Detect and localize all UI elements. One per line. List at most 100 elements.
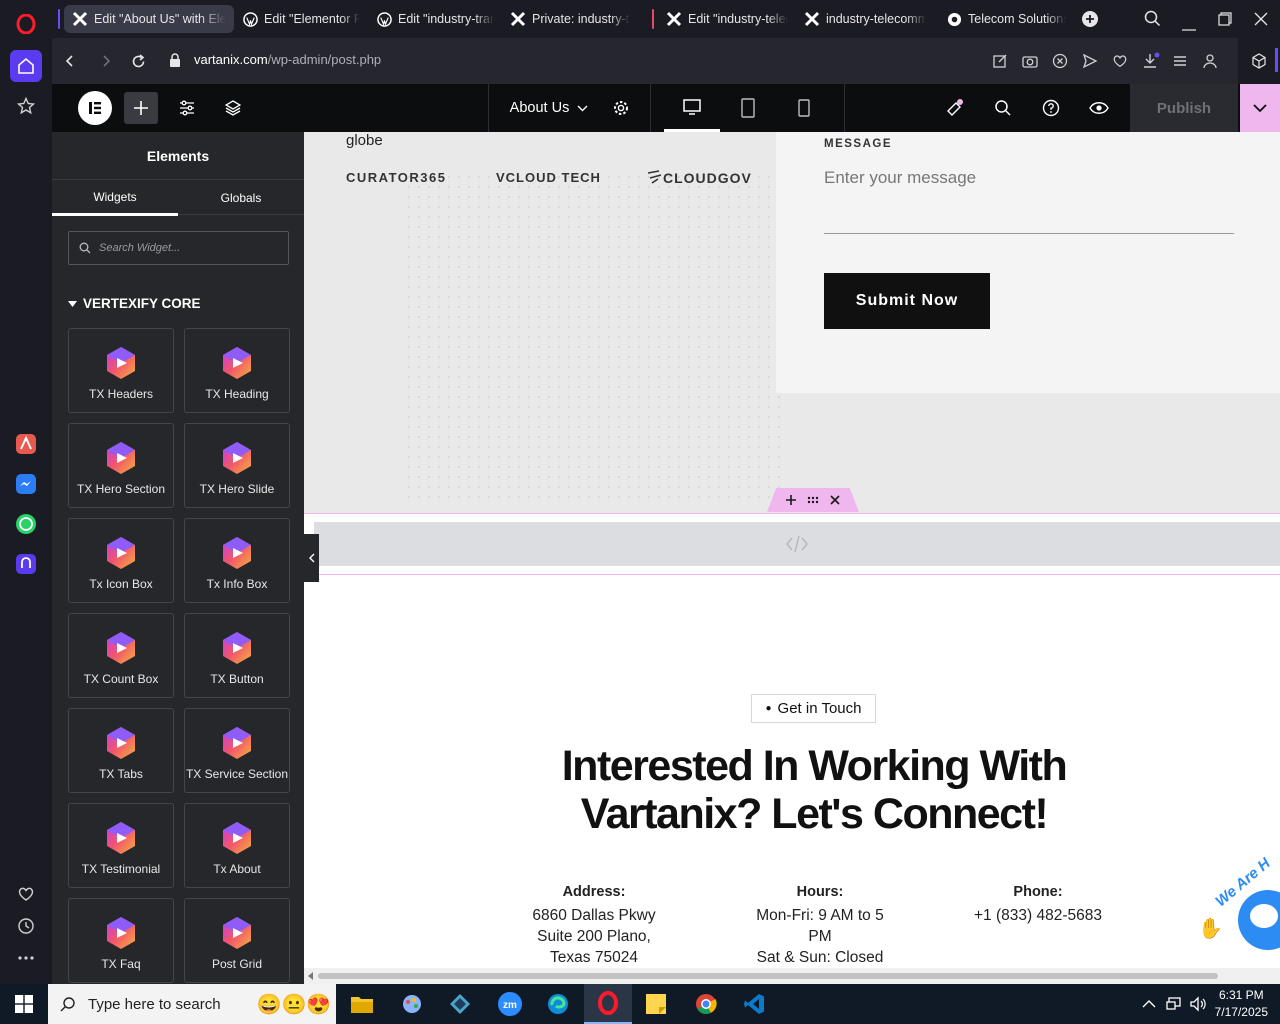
widget-tx-testimonial[interactable]: TX Testimonial xyxy=(68,803,174,888)
divider xyxy=(650,84,651,132)
publish-button[interactable]: Publish xyxy=(1130,84,1238,132)
hours-title: Hours: xyxy=(796,884,844,900)
tab-edit-industry-transport[interactable]: Edit "industry-transport" xyxy=(368,5,502,33)
volume-icon[interactable] xyxy=(1190,996,1206,1017)
preview-eye-icon[interactable] xyxy=(1082,92,1116,124)
heart-bookmark-icon[interactable] xyxy=(1112,53,1128,74)
paint-app-icon[interactable] xyxy=(388,984,436,1024)
tray-chevron-up-icon[interactable] xyxy=(1142,996,1156,1014)
widget-tx-heading[interactable]: TX Heading xyxy=(184,328,290,413)
tab-industry-telecommunications[interactable]: industry-telecommunications xyxy=(796,5,934,33)
submit-button[interactable]: Submit Now xyxy=(824,273,990,329)
easy-setup-icon[interactable] xyxy=(1172,53,1188,74)
more-dots-icon[interactable] xyxy=(10,942,42,974)
system-clock[interactable]: 6:31 PM 7/17/2025 xyxy=(1215,987,1268,1021)
widget-tx-about[interactable]: Tx About xyxy=(184,803,290,888)
site-settings-sliders-icon[interactable] xyxy=(170,92,204,124)
navigator-layers-icon[interactable] xyxy=(216,92,250,124)
scroll-left-arrow-icon[interactable] xyxy=(308,972,314,980)
widget-tx-icon-box[interactable]: Tx Icon Box xyxy=(68,518,174,603)
tab-telecom-solutions[interactable]: Telecom Solutions - xyxy=(938,5,1074,33)
whatsapp-icon[interactable] xyxy=(10,508,42,540)
collapse-panel-chevron-icon[interactable] xyxy=(304,534,319,582)
chat-bubble-icon[interactable] xyxy=(1238,890,1280,950)
horizontal-scrollbar[interactable] xyxy=(304,968,1280,984)
widget-search-input[interactable] xyxy=(99,242,279,254)
edge-browser-icon[interactable] xyxy=(534,984,582,1024)
minimize-icon[interactable] xyxy=(1182,18,1196,36)
music-player-icon[interactable] xyxy=(10,548,42,580)
aria-ai-icon[interactable] xyxy=(10,428,42,460)
widget-tx-info-box[interactable]: Tx Info Box xyxy=(184,518,290,603)
widget-tx-tabs[interactable]: TX Tabs xyxy=(68,708,174,793)
adblock-icon[interactable] xyxy=(1052,53,1068,74)
messenger-icon[interactable] xyxy=(10,468,42,500)
desktop-view-icon[interactable] xyxy=(664,84,720,132)
add-element-plus-icon[interactable] xyxy=(124,92,158,124)
restore-icon[interactable] xyxy=(1218,12,1232,31)
widget-tx-headers[interactable]: TX Headers xyxy=(68,328,174,413)
app-diamond-icon[interactable] xyxy=(436,984,484,1024)
tab-widgets[interactable]: Widgets xyxy=(52,180,178,216)
widget-tx-hero-slide[interactable]: TX Hero Slide xyxy=(184,423,290,508)
new-tab-plus-icon[interactable] xyxy=(1082,11,1098,27)
url-field[interactable]: vartanix.com/wp-admin/post.php xyxy=(194,52,381,67)
scrollbar-thumb[interactable] xyxy=(318,973,1218,979)
opera-logo-icon[interactable] xyxy=(10,8,42,40)
forward-icon[interactable] xyxy=(94,49,118,73)
category-header[interactable]: VERTEXIFY CORE xyxy=(68,296,201,311)
html-code-widget[interactable] xyxy=(314,522,1280,566)
zoom-icon[interactable]: zm xyxy=(486,984,534,1024)
sticky-notes-icon[interactable] xyxy=(632,984,680,1024)
wordpress-icon xyxy=(376,11,392,27)
widget-search-box[interactable] xyxy=(68,231,289,265)
camera-icon[interactable] xyxy=(1022,53,1038,74)
tab-edit-industry-telecom[interactable]: Edit "industry-telecom" xyxy=(658,5,796,33)
close-window-icon[interactable] xyxy=(1254,12,1268,31)
windows-start-icon[interactable] xyxy=(0,984,48,1024)
widget-tx-count-box[interactable]: TX Count Box xyxy=(68,613,174,698)
chat-widget[interactable]: We Are H ✋ xyxy=(1196,855,1280,960)
widget-post-grid[interactable]: Post Grid xyxy=(184,898,290,983)
tab-private-industry-transport[interactable]: Private: industry-transport xyxy=(502,5,638,33)
widget-tx-hero-section[interactable]: TX Hero Section xyxy=(68,423,174,508)
tablet-view-icon[interactable] xyxy=(720,92,776,124)
widget-tx-faq[interactable]: TX Faq xyxy=(68,898,174,983)
tab-globals[interactable]: Globals xyxy=(178,180,304,216)
heart-icon[interactable] xyxy=(10,878,42,910)
tab-edit-about-us[interactable]: Edit "About Us" with Elementor xyxy=(64,5,234,33)
message-textarea[interactable] xyxy=(824,168,1234,234)
delete-section-close-icon[interactable] xyxy=(830,495,840,505)
drag-handle-icon[interactable] xyxy=(807,496,819,504)
back-icon[interactable] xyxy=(58,49,82,73)
extensions-cube-icon[interactable] xyxy=(1238,38,1280,84)
add-section-plus-icon[interactable] xyxy=(786,495,797,505)
mobile-view-icon[interactable] xyxy=(776,92,832,124)
reload-icon[interactable] xyxy=(126,49,150,73)
taskbar-search-box[interactable]: Type here to search 😄😐😍 xyxy=(48,984,336,1024)
elementor-logo-icon[interactable] xyxy=(78,91,112,125)
tab-edit-elementor-page[interactable]: Edit "Elementor Page" xyxy=(234,5,368,33)
file-explorer-icon[interactable] xyxy=(338,984,386,1024)
bookmark-star-icon[interactable] xyxy=(10,90,42,122)
widget-tx-service-section[interactable]: TX Service Section xyxy=(184,708,290,793)
widget-tx-button[interactable]: TX Button xyxy=(184,613,290,698)
chrome-icon[interactable] xyxy=(682,984,730,1024)
vscode-icon[interactable] xyxy=(730,984,778,1024)
lock-icon[interactable] xyxy=(169,53,181,72)
opera-taskbar-icon[interactable] xyxy=(584,984,632,1024)
network-icon[interactable] xyxy=(1166,996,1182,1017)
download-icon[interactable] xyxy=(1142,52,1160,75)
tab-search-icon[interactable] xyxy=(1144,10,1161,32)
publish-options-chevron-icon[interactable] xyxy=(1240,84,1280,132)
page-settings-gear-icon[interactable] xyxy=(604,92,638,124)
history-clock-icon[interactable] xyxy=(10,910,42,942)
home-icon[interactable] xyxy=(10,50,42,82)
finder-search-icon[interactable] xyxy=(986,92,1020,124)
notifications-megaphone-icon[interactable] xyxy=(938,92,972,124)
page-selector[interactable]: About Us xyxy=(504,92,594,124)
edit-page-icon[interactable] xyxy=(992,53,1008,74)
help-question-icon[interactable] xyxy=(1034,92,1068,124)
profile-icon[interactable] xyxy=(1202,53,1218,74)
send-icon[interactable] xyxy=(1082,53,1098,74)
